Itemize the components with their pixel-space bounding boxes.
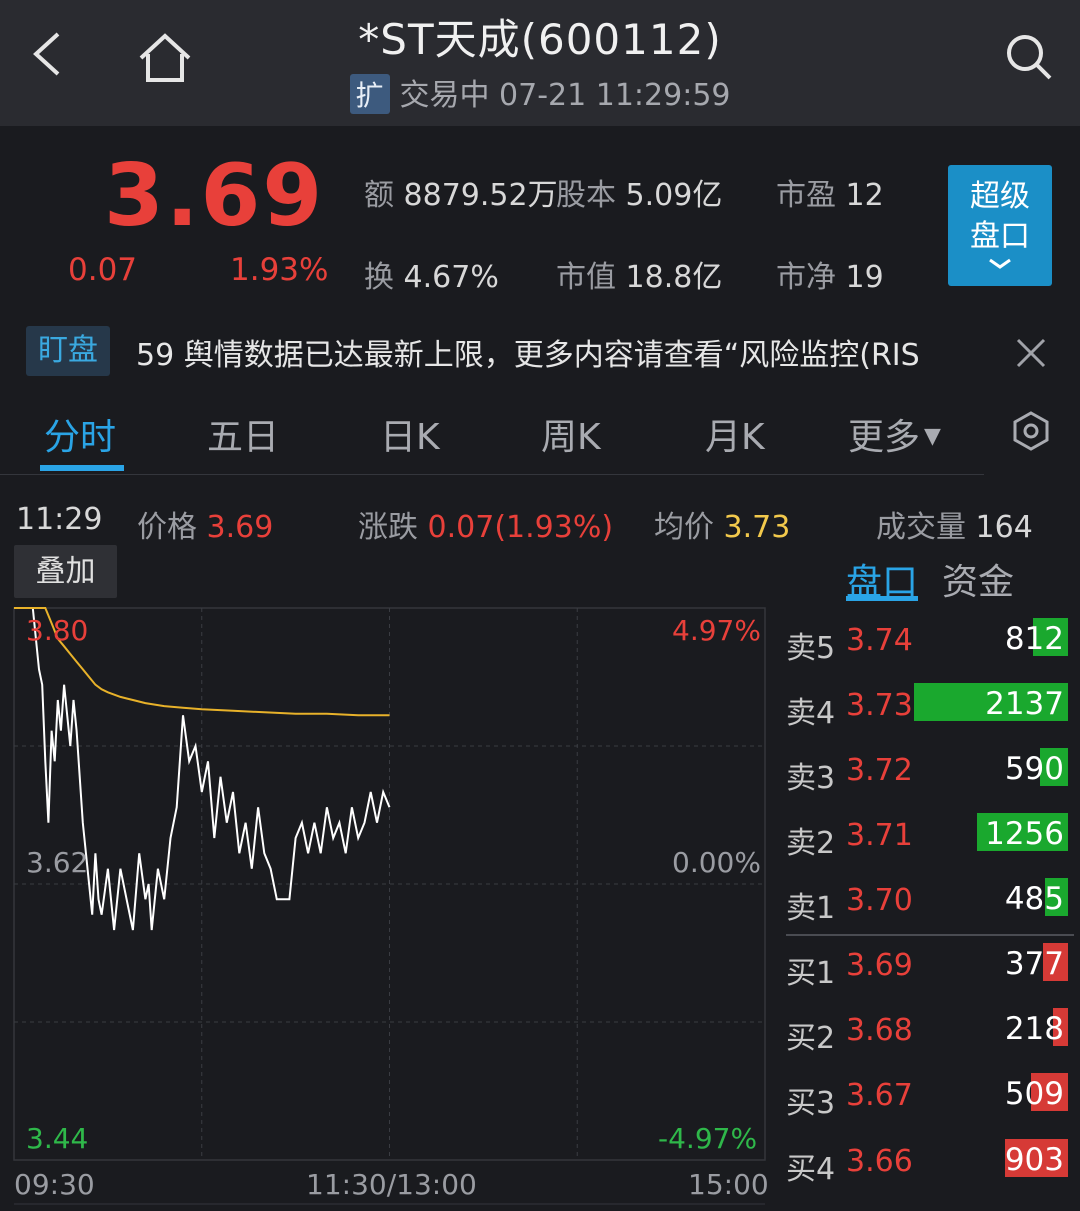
close-icon bbox=[1016, 338, 1046, 368]
x-mid-label: 11:30/13:00 bbox=[306, 1168, 477, 1201]
tab-monthly-k[interactable]: 月K bbox=[705, 408, 765, 460]
level-label: 卖2 bbox=[786, 826, 836, 861]
level-label: 买4 bbox=[786, 1152, 836, 1187]
intraday-chart[interactable] bbox=[0, 600, 780, 1211]
y-right-mid-label: 0.00% bbox=[672, 846, 761, 879]
y-left-top-label: 3.80 bbox=[26, 614, 89, 647]
status-text: 交易中 07-21 11:29:59 bbox=[399, 78, 731, 113]
active-tab-indicator bbox=[40, 465, 124, 471]
stat-pb: 市净 19 bbox=[776, 260, 884, 295]
stat-mkt-cap: 市值 18.8亿 bbox=[556, 260, 723, 295]
watch-badge: 盯盘 bbox=[26, 326, 110, 376]
level-label: 卖5 bbox=[786, 631, 836, 666]
chevron-down-icon bbox=[989, 258, 1011, 269]
level-volume: 2137 bbox=[985, 686, 1064, 722]
level-price: 3.69 bbox=[846, 948, 913, 983]
level-volume: 812 bbox=[1004, 621, 1064, 657]
stat-amount: 额 8879.52万 bbox=[364, 178, 558, 213]
tab-capital[interactable]: 资金 bbox=[942, 553, 1014, 605]
super-orderbook-button[interactable]: 超级 盘口 bbox=[948, 165, 1052, 286]
level-price: 3.66 bbox=[846, 1144, 913, 1179]
level-label: 卖3 bbox=[786, 761, 836, 796]
stat-pe: 市盈 12 bbox=[776, 178, 884, 213]
level-volume: 485 bbox=[1004, 881, 1064, 917]
info-price: 价格 3.69 bbox=[137, 510, 274, 545]
y-right-bottom-label: -4.97% bbox=[658, 1122, 758, 1155]
y-left-bottom-label: 3.44 bbox=[26, 1122, 89, 1155]
stat-turnover: 换 4.67% bbox=[364, 260, 499, 295]
tab-daily-k[interactable]: 日K bbox=[380, 408, 440, 460]
level-volume: 1256 bbox=[985, 816, 1064, 852]
settings-hexagon-icon bbox=[1013, 411, 1049, 451]
dropdown-triangle-icon: ▼ bbox=[924, 424, 941, 449]
price-change: 0.07 bbox=[68, 252, 138, 288]
info-change: 涨跌 0.07(1.93%) bbox=[358, 510, 614, 545]
ask-row[interactable]: 卖1 3.70 485 bbox=[786, 871, 1068, 935]
level-volume: 509 bbox=[1004, 1076, 1064, 1112]
tab-five-day[interactable]: 五日 bbox=[207, 408, 279, 460]
ask-row[interactable]: 卖2 3.71 1256 bbox=[786, 806, 1068, 870]
tab-more[interactable]: 更多 ▼ bbox=[848, 408, 941, 460]
current-price: 3.69 bbox=[104, 146, 325, 246]
price-change-pct: 1.93% bbox=[230, 252, 329, 288]
y-right-top-label: 4.97% bbox=[672, 614, 761, 647]
level-label: 买1 bbox=[786, 956, 836, 991]
overlay-button[interactable]: 叠加 bbox=[14, 545, 117, 598]
level-price: 3.67 bbox=[846, 1078, 913, 1113]
y-left-mid-label: 3.62 bbox=[26, 846, 89, 879]
level-volume: 903 bbox=[1004, 1142, 1064, 1178]
level-volume: 377 bbox=[1004, 946, 1064, 982]
level-label: 卖4 bbox=[786, 696, 836, 731]
ask-row[interactable]: 卖4 3.73 2137 bbox=[786, 676, 1068, 740]
expand-badge[interactable]: 扩 bbox=[349, 74, 390, 114]
side-tab-indicator bbox=[846, 596, 918, 601]
ask-row[interactable]: 卖5 3.74 812 bbox=[786, 611, 1068, 675]
stat-share-cap: 股本 5.09亿 bbox=[556, 178, 723, 213]
bid-row[interactable]: 买2 3.68 218 bbox=[786, 1001, 1068, 1065]
bid-row[interactable]: 买4 3.66 903 bbox=[786, 1132, 1068, 1196]
tab-weekly-k[interactable]: 周K bbox=[541, 408, 601, 460]
level-volume: 218 bbox=[1004, 1011, 1064, 1047]
info-time: 11:29 bbox=[16, 502, 103, 537]
level-price: 3.73 bbox=[846, 688, 913, 723]
level-price: 3.70 bbox=[846, 883, 913, 918]
ask-row[interactable]: 卖3 3.72 590 bbox=[786, 741, 1068, 805]
level-price: 3.68 bbox=[846, 1013, 913, 1048]
x-end-label: 15:00 bbox=[688, 1168, 769, 1201]
notice-text[interactable]: 59 舆情数据已达最新上限，更多内容请查看“风险监控(RIS bbox=[136, 330, 976, 374]
info-avg: 均价 3.73 bbox=[654, 510, 791, 545]
level-price: 3.74 bbox=[846, 623, 913, 658]
close-notice-button[interactable] bbox=[1012, 334, 1050, 372]
level-label: 买3 bbox=[786, 1086, 836, 1121]
level-label: 买2 bbox=[786, 1021, 836, 1056]
tab-intraday[interactable]: 分时 bbox=[44, 408, 116, 460]
bid-row[interactable]: 买3 3.67 509 bbox=[786, 1066, 1068, 1130]
level-price: 3.72 bbox=[846, 753, 913, 788]
x-start-label: 09:30 bbox=[14, 1168, 95, 1201]
search-button[interactable] bbox=[1004, 32, 1054, 82]
level-label: 卖1 bbox=[786, 891, 836, 926]
chart-settings-button[interactable] bbox=[1010, 410, 1052, 452]
info-volume: 成交量 164 bbox=[876, 510, 1033, 545]
tab-divider bbox=[0, 474, 984, 475]
trading-status: 扩交易中 07-21 11:29:59 bbox=[0, 70, 1080, 114]
search-icon bbox=[1007, 35, 1052, 80]
level-price: 3.71 bbox=[846, 818, 913, 853]
bid-row[interactable]: 买1 3.69 377 bbox=[786, 936, 1068, 1000]
stock-title: *ST天成(600112) bbox=[358, 15, 722, 64]
level-volume: 590 bbox=[1004, 751, 1064, 787]
orderbook-separator bbox=[786, 934, 1074, 936]
